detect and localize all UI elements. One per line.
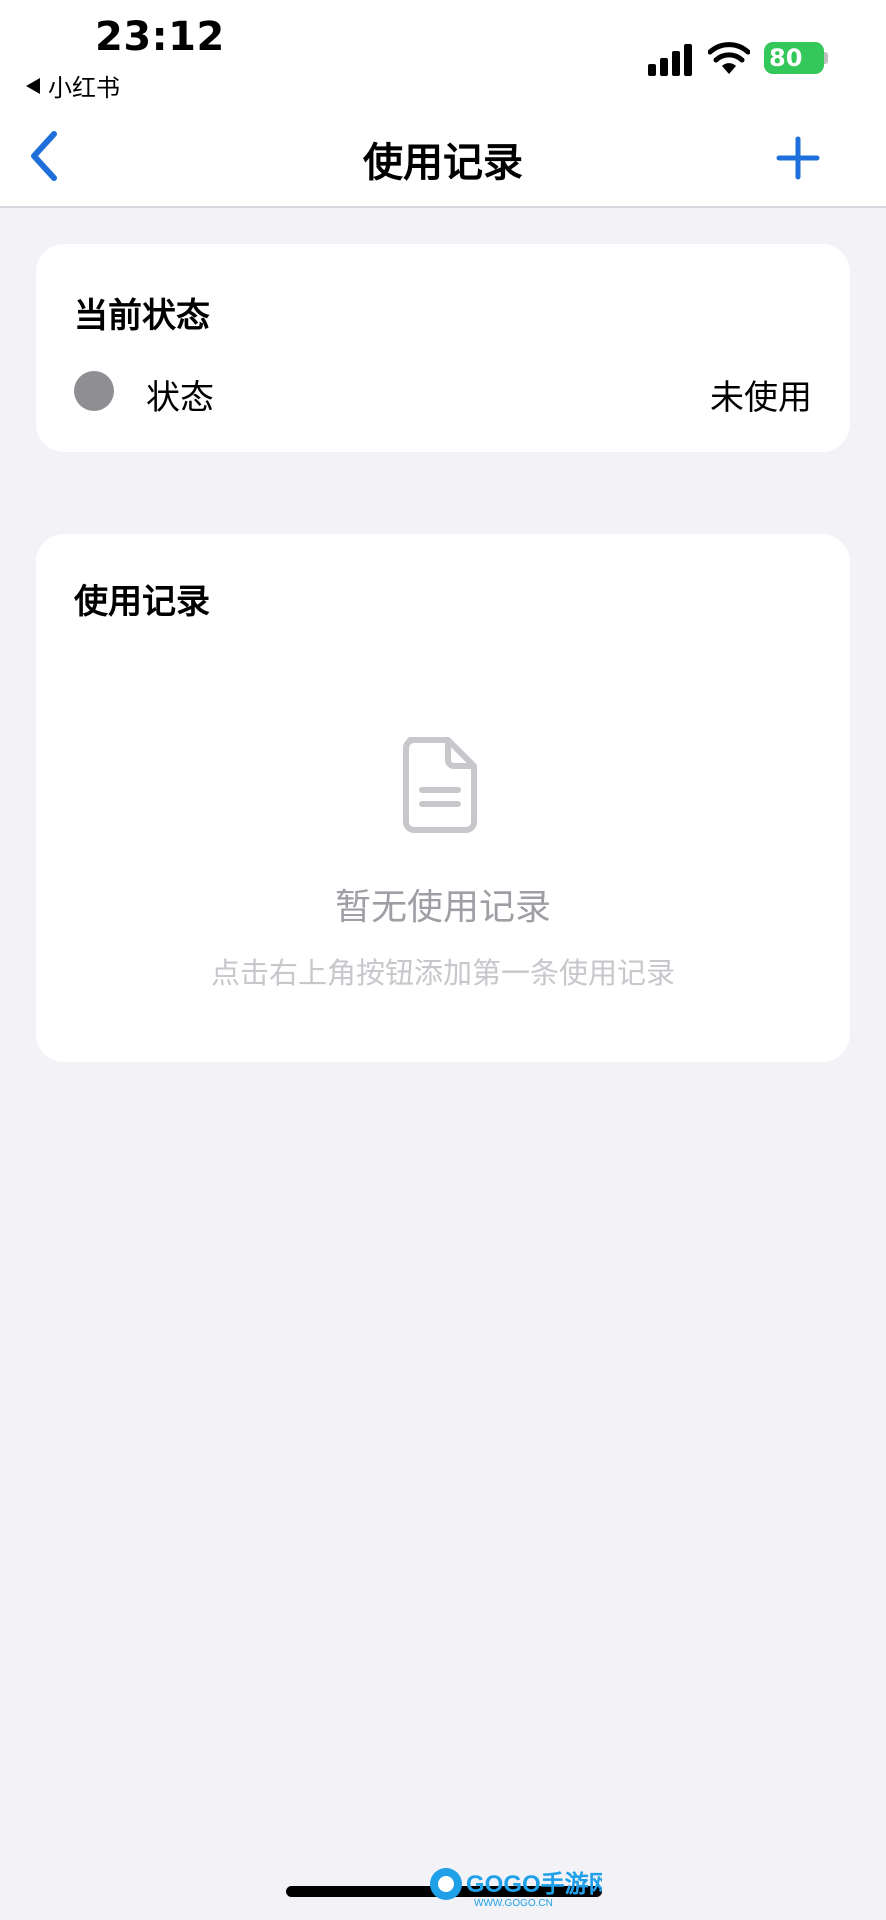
- svg-text:WWW.GOGO.CN: WWW.GOGO.CN: [474, 1898, 553, 1908]
- top-bar: 23:12 小红书 80 使用记录: [0, 0, 886, 208]
- battery-level: 80: [769, 44, 803, 72]
- back-triangle-icon: [26, 77, 40, 94]
- current-status-title: 当前状态: [74, 296, 210, 336]
- document-icon: [403, 737, 477, 833]
- battery-tip: [824, 52, 828, 64]
- signal-icon: [648, 44, 692, 76]
- page-title: 使用记录: [363, 140, 523, 186]
- plus-icon[interactable]: [776, 136, 820, 180]
- battery-indicator: 80: [764, 42, 824, 74]
- empty-state-subtitle: 点击右上角按钮添加第一条使用记录: [210, 956, 675, 990]
- watermark-logo: GOGO手游网 WWW.GOGO.CN: [430, 1868, 602, 1908]
- usage-records-card: 使用记录 暂无使用记录 点击右上角按钮添加第一条使用记录: [36, 534, 850, 1062]
- status-label: 状态: [146, 378, 214, 418]
- current-status-card: 当前状态 状态 未使用: [36, 244, 850, 452]
- wifi-icon: [708, 42, 750, 74]
- status-time: 23:12: [95, 14, 225, 60]
- status-value: 未使用: [710, 378, 812, 418]
- status-dot: [74, 371, 114, 411]
- empty-state-title: 暂无使用记录: [334, 887, 551, 928]
- usage-records-title: 使用记录: [74, 582, 210, 622]
- back-app-label: 小红书: [48, 74, 120, 102]
- svg-text:GOGO手游网: GOGO手游网: [466, 1870, 602, 1898]
- back-to-app-link[interactable]: 小红书: [26, 68, 120, 103]
